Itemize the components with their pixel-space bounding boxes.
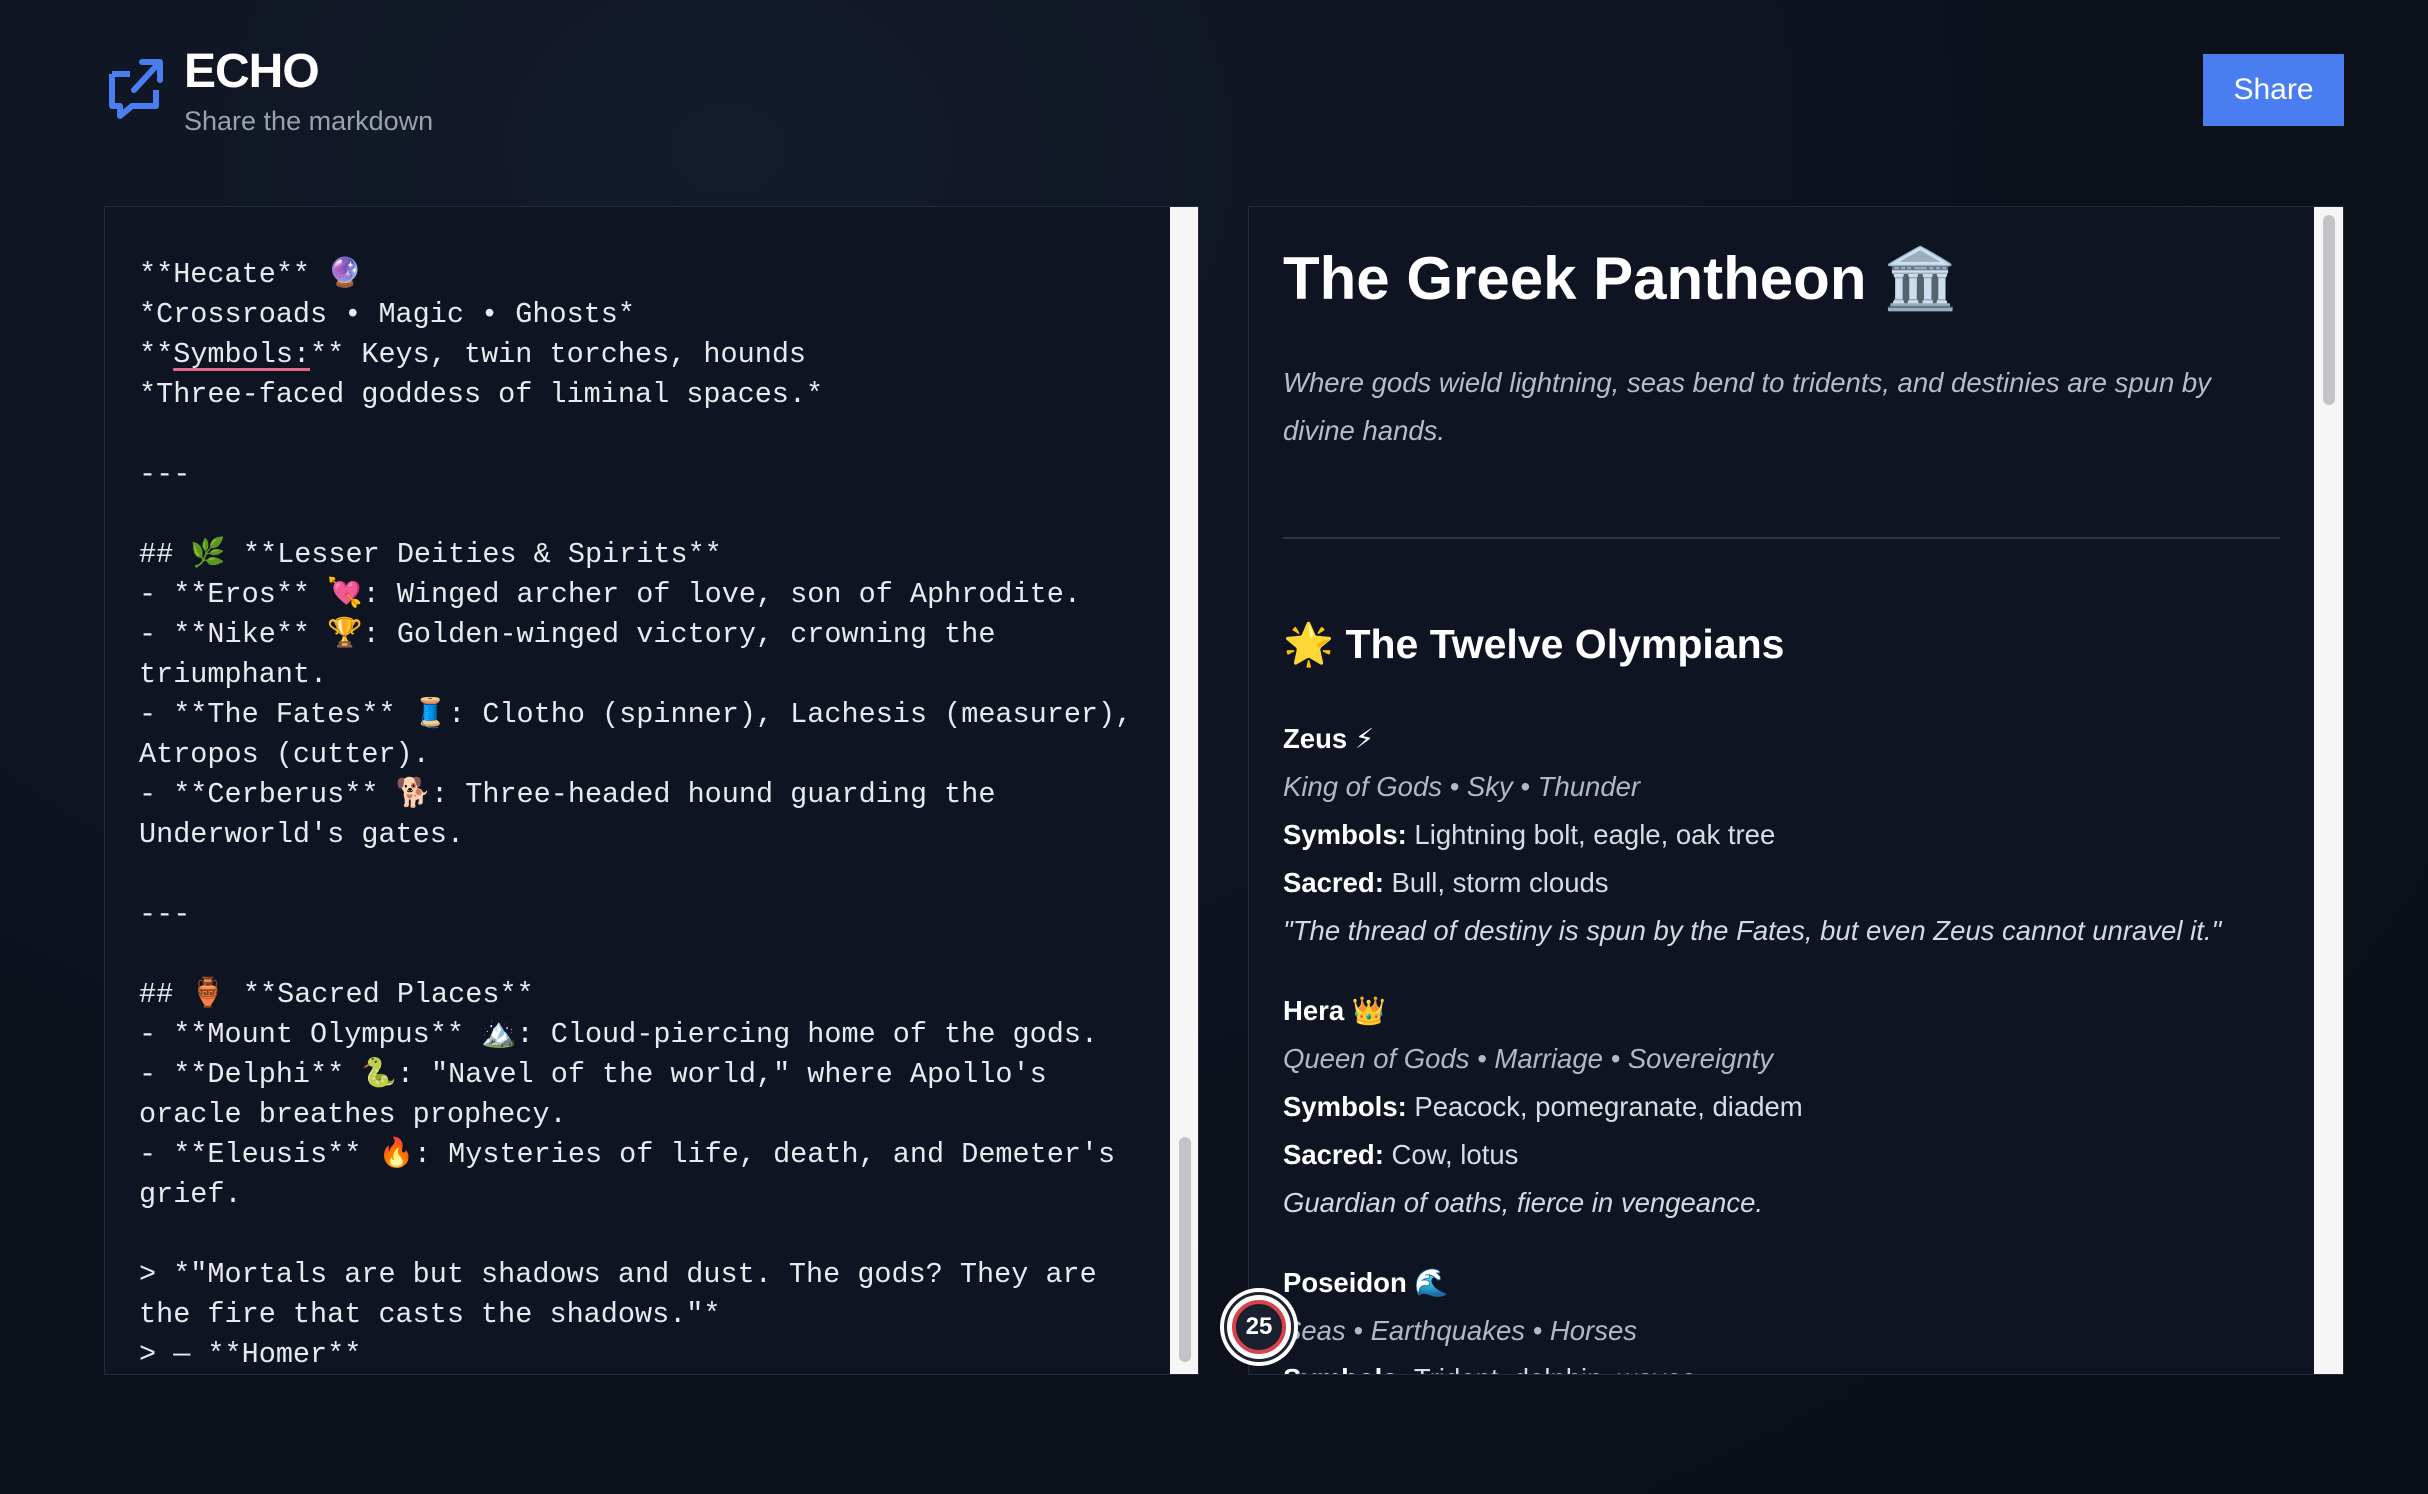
editor-line: > — **Homer** [139,1338,362,1371]
god-entry-zeus: Zeus ⚡ King of Gods • Sky • Thunder Symb… [1283,715,2283,955]
share-chat-icon [109,59,163,119]
symbols-label: Symbols: [1283,1363,1407,1374]
god-name: Poseidon 🌊 [1283,1267,1449,1298]
editor-line: - **Mount Olympus** 🏔️: Cloud-piercing h… [139,1018,1099,1051]
god-entry-poseidon: Poseidon 🌊 Seas • Earthquakes • Horses S… [1283,1259,2283,1374]
god-name: Zeus ⚡ [1283,723,1375,754]
symbols-value: Lightning bolt, eagle, oak tree [1406,819,1776,850]
preview-scrollbar[interactable] [2314,207,2343,1374]
horizontal-rule [1283,537,2280,539]
sacred-value: Cow, lotus [1383,1139,1519,1170]
editor-line: **Hecate** 🔮 [139,258,363,291]
app-header: ECHO Share the markdown Share [0,0,2428,180]
app-title: ECHO [184,45,320,98]
god-name: Hera 👑 [1283,995,1387,1026]
editor-line: - **Eros** 💘: Winged archer of love, son… [139,578,1081,611]
symbols-value: Peacock, pomegranate, diadem [1406,1091,1803,1122]
editor-line: **Symbols:** Keys, twin torches, hounds [139,338,807,371]
editor-line: ## 🏺 **Sacred Places** [139,978,534,1011]
editor-line: triumphant. [139,658,328,691]
god-domain: Queen of Gods • Marriage • Sovereignty [1283,1043,1774,1074]
markdown-preview: The Greek Pantheon 🏛️ Where gods wield l… [1248,206,2344,1375]
badge-count: 25 [1232,1300,1286,1354]
sacred-label: Sacred: [1283,867,1384,898]
editor-line: - **Cerberus** 🐕: Three-headed hound gua… [139,778,996,811]
editor-line: *Three-faced goddess of liminal spaces.* [139,378,824,411]
editor-line: the fire that casts the shadows."* [139,1298,721,1331]
god-note: Guardian of oaths, fierce in vengeance. [1283,1187,1764,1218]
editor-line: - **Nike** 🏆: Golden-winged victory, cro… [139,618,996,651]
editor-line: > *"Mortals are but shadows and dust. Th… [139,1258,1097,1291]
preview-intro: Where gods wield lightning, seas bend to… [1283,367,2211,446]
editor-textarea[interactable]: **Hecate** 🔮 *Crossroads • Magic • Ghosts… [139,255,1159,1374]
symbols-label: Symbols: [1283,819,1407,850]
editor-scrollbar-thumb[interactable] [1179,1137,1191,1362]
editor-line: - **The Fates** 🧵: Clotho (spinner), Lac… [139,698,1133,731]
share-button[interactable]: Share [2203,54,2344,126]
app-subtitle: Share the markdown [184,106,434,136]
god-sacred: Sacred: Cow, lotus [1283,1131,2283,1179]
editor-line: ## 🌿 **Lesser Deities & Spirits** [139,538,722,571]
notification-badge[interactable]: 25 [1224,1292,1294,1362]
god-domain: Seas • Earthquakes • Horses [1283,1315,1638,1346]
god-sacred: Sacred: Bull, storm clouds [1283,859,2283,907]
symbols-label: Symbols: [1283,1091,1407,1122]
god-symbols: Symbols: Lightning bolt, eagle, oak tree [1283,811,2283,859]
god-note: "The thread of destiny is spun by the Fa… [1283,915,2222,946]
section-heading: 🌟 The Twelve Olympians [1283,621,1785,667]
editor-line: grief. [139,1178,242,1211]
editor-line: Underworld's gates. [139,818,464,851]
editor-line: --- [139,458,191,491]
editor-line: --- [139,898,191,931]
editor-line: oracle breathes prophecy. [139,1098,567,1131]
sacred-label: Sacred: [1283,1139,1384,1170]
markdown-editor[interactable]: **Hecate** 🔮 *Crossroads • Magic • Ghosts… [104,206,1199,1375]
preview-scrollbar-thumb[interactable] [2323,215,2335,405]
editor-scrollbar[interactable] [1170,207,1198,1374]
editor-line: *Crossroads • Magic • Ghosts* [139,298,635,331]
preview-title: The Greek Pantheon 🏛️ [1283,245,1958,312]
sacred-value: Bull, storm clouds [1383,867,1609,898]
editor-line: - **Delphi** 🐍: "Navel of the world," wh… [139,1058,1047,1091]
symbols-value: Trident, dolphin, waves [1407,1363,1696,1374]
editor-line: Atropos (cutter). [139,738,430,771]
god-symbols: Symbols: Peacock, pomegranate, diadem [1283,1083,2283,1131]
god-symbols: Symbols: Trident, dolphin, waves [1283,1355,2283,1374]
god-entry-hera: Hera 👑 Queen of Gods • Marriage • Sovere… [1283,987,2283,1227]
editor-line: - **Eleusis** 🔥: Mysteries of life, deat… [139,1138,1116,1171]
god-domain: King of Gods • Sky • Thunder [1283,771,1641,802]
